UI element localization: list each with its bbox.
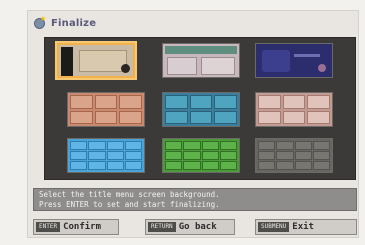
disc-star-icon: ★ [34, 14, 48, 29]
confirm-label: Confirm [63, 222, 101, 232]
background-thumbnail-8[interactable] [162, 138, 240, 173]
background-thumbnail-3[interactable] [255, 43, 333, 78]
return-key-badge: RETURN [148, 222, 176, 232]
confirm-button[interactable]: ENTER Confirm [33, 219, 119, 235]
background-thumbnail-6[interactable] [255, 92, 333, 127]
enter-key-badge: ENTER [36, 222, 61, 232]
background-thumbnail-2[interactable] [162, 43, 240, 78]
button-guide: ENTER Confirm RETURN Go back SUBMENU Exi… [33, 219, 357, 235]
background-thumbnail-7[interactable] [67, 138, 145, 173]
go-back-button[interactable]: RETURN Go back [145, 219, 235, 235]
submenu-key-badge: SUBMENU [258, 222, 290, 232]
exit-button[interactable]: SUBMENU Exit [255, 219, 357, 235]
instruction-message: Select the title menu screen background.… [33, 188, 357, 211]
background-thumbnail-9[interactable] [255, 138, 333, 173]
title-bar: ★ Finalize [34, 14, 96, 32]
instruction-line-1: Select the title menu screen background. [39, 190, 220, 199]
background-thumbnail-1[interactable] [57, 43, 135, 78]
go-back-label: Go back [178, 222, 217, 232]
background-selection-grid [44, 37, 356, 180]
exit-label: Exit [292, 222, 314, 232]
background-thumbnail-4[interactable] [67, 92, 145, 127]
instruction-line-2: Press ENTER to set and start finalizing. [39, 200, 220, 209]
page-title: Finalize [51, 17, 97, 29]
background-thumbnail-5[interactable] [162, 92, 240, 127]
